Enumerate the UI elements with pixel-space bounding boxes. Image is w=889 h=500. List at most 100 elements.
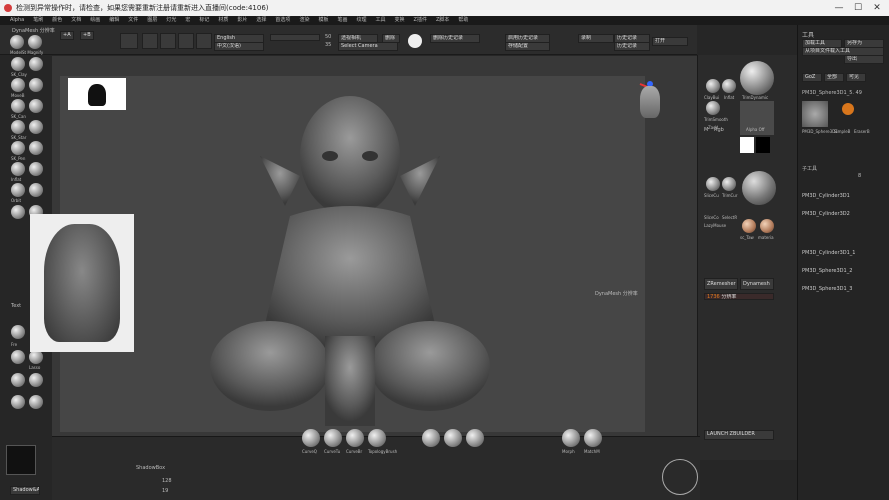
record-button[interactable]: 录制: [578, 34, 614, 43]
match-brush-icon[interactable]: [466, 429, 484, 447]
menu-item[interactable]: 图层: [147, 16, 157, 25]
menu-item[interactable]: 标记: [199, 16, 209, 25]
brush-icon[interactable]: [11, 141, 25, 155]
material-swatch[interactable]: [722, 177, 736, 191]
tool-thumb[interactable]: [802, 101, 828, 127]
menu-item[interactable]: 帮助: [458, 16, 468, 25]
color-white[interactable]: [740, 137, 754, 153]
menu-item[interactable]: 编辑: [109, 16, 119, 25]
curve-brush-icon[interactable]: [368, 429, 386, 447]
delete-button[interactable]: 删除: [382, 34, 400, 43]
delete-history-button[interactable]: 删除历史记录: [430, 34, 480, 43]
brush-icon[interactable]: [11, 162, 25, 176]
material-preview[interactable]: [740, 61, 774, 95]
minimize-button[interactable]: —: [830, 2, 848, 14]
dynamesh-button[interactable]: Dynamesh: [740, 278, 774, 290]
brush-icon[interactable]: [11, 78, 25, 92]
brush-icon[interactable]: [29, 120, 43, 134]
menu-item[interactable]: 文档: [71, 16, 81, 25]
brush-icon[interactable]: [10, 35, 24, 49]
brush-icon[interactable]: [28, 35, 42, 49]
skin-material[interactable]: [742, 219, 756, 233]
shadow-ao-button[interactable]: Shadow&AO: [10, 486, 40, 495]
brush-icon[interactable]: [11, 205, 25, 219]
save-config-button[interactable]: 存储配置: [505, 42, 550, 51]
subtool-item[interactable]: PM3D_Cylinder3D2: [802, 211, 886, 218]
menu-item[interactable]: 文件: [128, 16, 138, 25]
maximize-button[interactable]: ☐: [849, 2, 867, 14]
match-brush-icon[interactable]: [584, 429, 602, 447]
menu-item[interactable]: 绘画: [90, 16, 100, 25]
grid-icon[interactable]: [196, 33, 212, 49]
color-picker[interactable]: [6, 445, 36, 475]
head-nav-icon[interactable]: [640, 86, 660, 118]
grid-icon[interactable]: [178, 33, 194, 49]
curve-brush-icon[interactable]: [346, 429, 364, 447]
menu-item[interactable]: 选择: [256, 16, 266, 25]
material-preview-2[interactable]: [742, 171, 776, 205]
brush-icon[interactable]: [29, 141, 43, 155]
brush-icon[interactable]: [29, 162, 43, 176]
menu-item[interactable]: 灯光: [166, 16, 176, 25]
color-black[interactable]: [756, 137, 770, 153]
history-button-2[interactable]: 历史记录: [614, 42, 650, 51]
menu-item[interactable]: 模板: [318, 16, 328, 25]
goblin-sculpt[interactable]: [190, 96, 510, 432]
subtool-item[interactable]: PM3D_Cylinder3D1: [802, 193, 886, 200]
slider[interactable]: [270, 34, 320, 41]
menu-item[interactable]: Alpha: [10, 16, 24, 25]
brush-icon[interactable]: [11, 99, 25, 113]
subtool-item[interactable]: PM3D_Sphere3D1_3: [802, 286, 886, 293]
curve-brush-icon[interactable]: [302, 429, 320, 447]
grid-icon[interactable]: [160, 33, 176, 49]
menu-item[interactable]: 笔刷: [33, 16, 43, 25]
resolution-slider[interactable]: 1736 分辨率: [704, 293, 774, 300]
brush-icon[interactable]: [29, 395, 43, 409]
mini-button[interactable]: +B: [80, 31, 94, 40]
menu-item[interactable]: 渲染: [299, 16, 309, 25]
yinyang-icon[interactable]: [408, 34, 422, 48]
close-button[interactable]: ✕: [868, 2, 886, 14]
menu-item[interactable]: Z脚本: [436, 16, 449, 25]
language-select-2[interactable]: 中文(汉语): [214, 42, 264, 51]
menu-item[interactable]: Z插件: [414, 16, 427, 25]
menu-item[interactable]: 笔画: [337, 16, 347, 25]
match-brush-icon[interactable]: [422, 429, 440, 447]
brush-icon[interactable]: [11, 57, 25, 71]
curve-brush-icon[interactable]: [324, 429, 342, 447]
mini-button[interactable]: +A: [60, 31, 74, 40]
brush-icon[interactable]: [29, 183, 43, 197]
material-swatch[interactable]: [706, 79, 720, 93]
visible-button[interactable]: 可见: [846, 73, 866, 82]
menu-item[interactable]: 颜色: [52, 16, 62, 25]
viewport[interactable]: DynaMesh 分辨率: [60, 76, 660, 432]
material-swatch[interactable]: [706, 177, 720, 191]
menu-item[interactable]: 影片: [237, 16, 247, 25]
brush-icon[interactable]: [11, 325, 25, 339]
brush-icon[interactable]: [29, 99, 43, 113]
morph-brush-icon[interactable]: [562, 429, 580, 447]
export-button[interactable]: 导出: [844, 55, 884, 64]
brush-icon[interactable]: [11, 120, 25, 134]
match-brush-icon[interactable]: [444, 429, 462, 447]
brush-icon[interactable]: [29, 350, 43, 364]
brush-icon[interactable]: [29, 57, 43, 71]
subtool-item[interactable]: PM3D_Sphere3D1_2: [802, 268, 886, 275]
material-swatch[interactable]: [706, 101, 720, 115]
menu-item[interactable]: 材质: [218, 16, 228, 25]
skin-material[interactable]: [760, 219, 774, 233]
menu-item[interactable]: 首选项: [275, 16, 290, 25]
brush-icon[interactable]: [11, 373, 25, 387]
goz-button[interactable]: GoZ: [802, 73, 822, 82]
select-camera-button[interactable]: Select Camera: [338, 42, 398, 51]
brush-icon[interactable]: [11, 350, 25, 364]
brush-icon[interactable]: [11, 183, 25, 197]
menu-item[interactable]: 宏: [185, 16, 190, 25]
brush-icon[interactable]: [11, 395, 25, 409]
launch-zbuilder-button[interactable]: LAUNCH ZBUILDER: [704, 430, 774, 440]
menu-item[interactable]: 纹理: [356, 16, 366, 25]
grid-icon[interactable]: [142, 33, 158, 49]
brush-icon[interactable]: [29, 373, 43, 387]
subtool-item[interactable]: PM3D_Cylinder3D1_1: [802, 250, 886, 257]
zremesher-button[interactable]: ZRemesher: [704, 278, 738, 290]
